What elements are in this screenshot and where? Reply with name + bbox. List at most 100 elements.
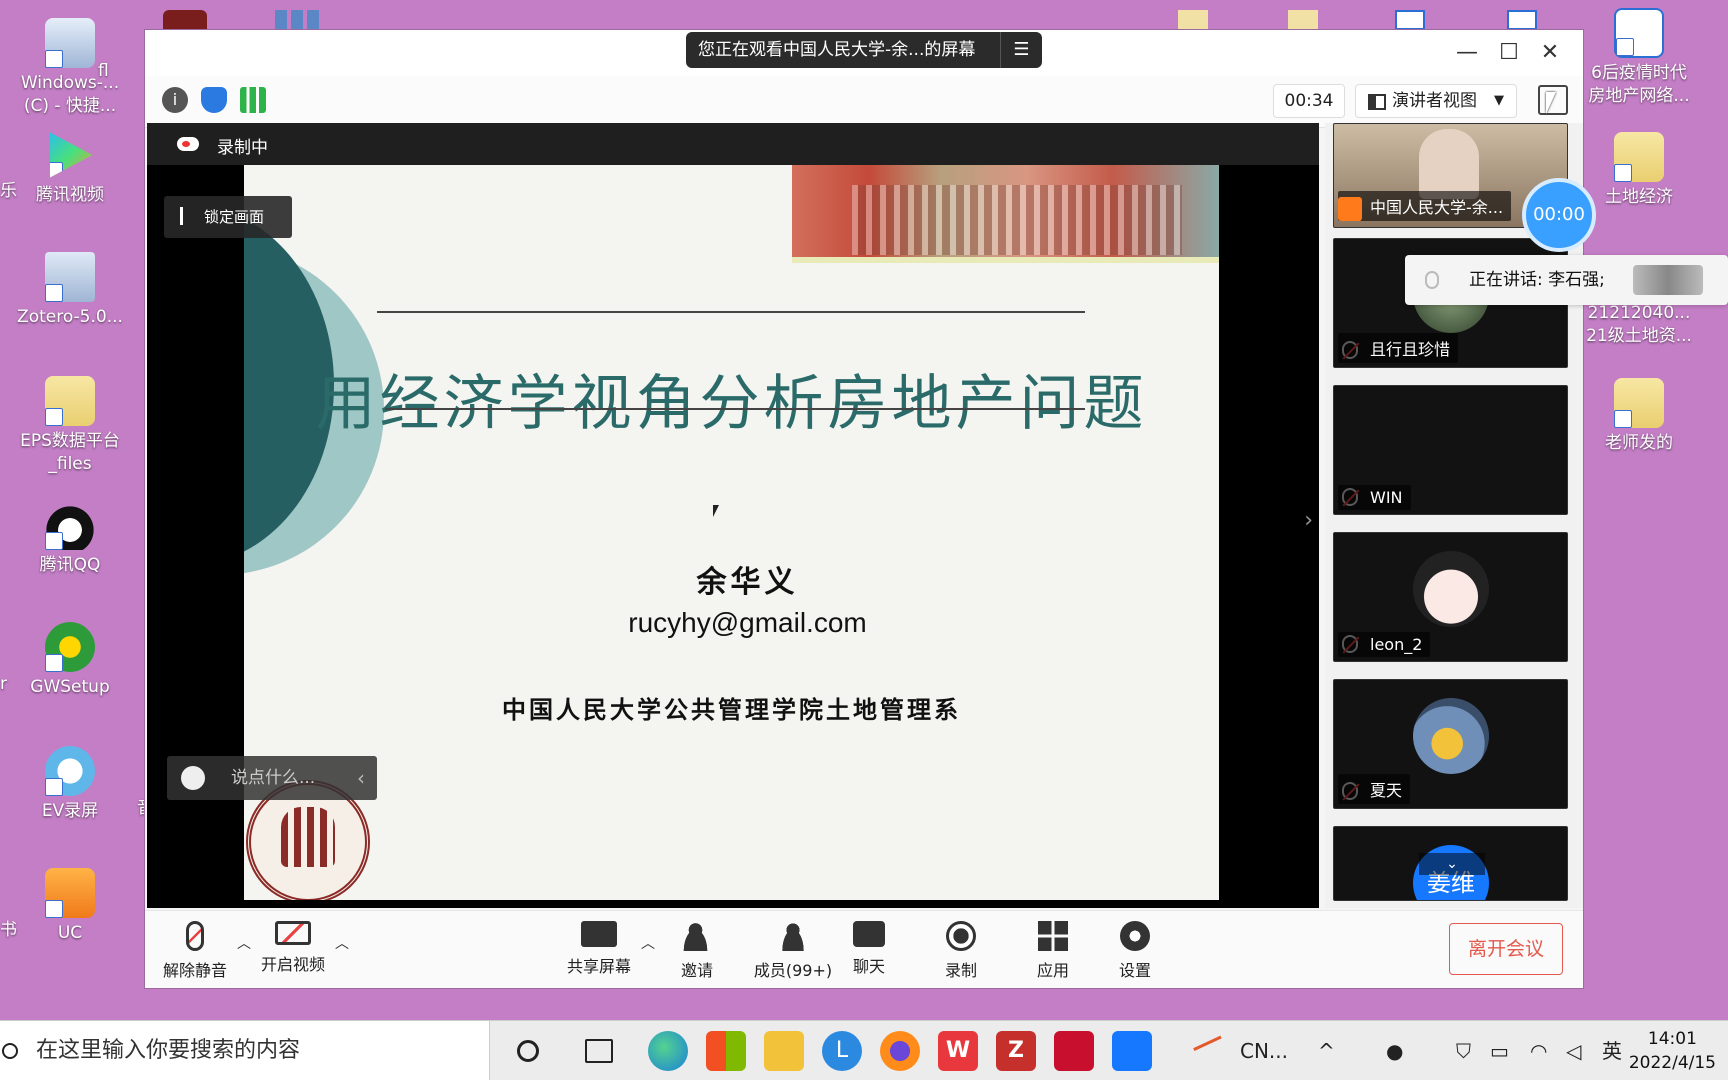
- apps-button[interactable]: 应用: [1013, 921, 1093, 981]
- layout-icon: [1368, 94, 1386, 110]
- emoji-icon[interactable]: [181, 766, 205, 790]
- leave-meeting-button[interactable]: 离开会议: [1449, 923, 1563, 975]
- share-screen-button[interactable]: 共享屏幕: [559, 921, 639, 977]
- clock-time: 14:01: [1647, 1029, 1697, 1049]
- firefox-icon[interactable]: [880, 1031, 920, 1071]
- mcafee-icon[interactable]: [1054, 1031, 1094, 1071]
- chat-button[interactable]: 聊天: [829, 921, 909, 977]
- chevron-up-icon[interactable]: ︿: [237, 933, 251, 953]
- desktop-icon-2121[interactable]: 21212040... 21级土地资...: [1584, 302, 1694, 348]
- close-button[interactable]: ✕: [1535, 38, 1565, 68]
- lock-screen-button[interactable]: 锁定画面: [164, 196, 292, 238]
- participant-name: 中国人民大学-余...: [1338, 191, 1512, 221]
- app-icon-partial: [163, 10, 207, 30]
- meeting-window: 您正在观看中国人民大学-余...的屏幕 ☰ — ☐ ✕ i 00:34 演讲者视…: [145, 30, 1583, 988]
- desktop-icon-label: EV录屏: [41, 801, 99, 821]
- chevron-right-icon[interactable]: ›: [1304, 508, 1313, 533]
- participant-name: 夏天: [1338, 774, 1411, 804]
- desktop-icon-eps[interactable]: EPS数据平台 _files: [15, 376, 125, 476]
- floating-timer-bubble[interactable]: 00:00: [1522, 178, 1596, 252]
- network-signal-icon[interactable]: [240, 87, 266, 113]
- search-placeholder: 在这里输入你要搜索的内容: [36, 1038, 301, 1063]
- members-icon: [778, 921, 808, 951]
- record-button[interactable]: 录制: [921, 921, 1001, 981]
- store-icon[interactable]: [706, 1031, 746, 1071]
- desktop-icon-land-economics[interactable]: 土地经济: [1584, 132, 1694, 209]
- menu-icon[interactable]: ☰: [1000, 32, 1042, 68]
- tencent-meeting-icon[interactable]: [1112, 1031, 1152, 1071]
- desktop-edge-label: fl: [98, 61, 109, 81]
- add-user-icon: [682, 921, 712, 951]
- chevron-up-icon[interactable]: ︿: [641, 933, 655, 953]
- stock-trend-icon: [1193, 1035, 1229, 1067]
- zotero-icon[interactable]: Z: [996, 1031, 1036, 1071]
- folder-icon: [45, 376, 95, 426]
- participant-tile[interactable]: 夏天: [1333, 679, 1568, 809]
- edge-browser-icon[interactable]: [648, 1031, 688, 1071]
- quick-chat-input[interactable]: 说点什么... ‹: [167, 756, 377, 800]
- desktop-icon-tencent-video[interactable]: 腾讯视频: [15, 130, 125, 207]
- desktop-icon-doc-realestate[interactable]: 6后疫情时代 房地产网络...: [1584, 8, 1694, 108]
- presentation-slide: 用经济学视角分析房地产问题 余华义 rucyhy@gmail.com 中国人民大…: [244, 165, 1219, 900]
- info-icon[interactable]: i: [162, 87, 188, 113]
- desktop-icon-gwsetup[interactable]: GWSetup: [15, 622, 125, 699]
- chevron-up-icon[interactable]: ︿: [335, 933, 349, 953]
- members-button[interactable]: 成员(99+): [743, 921, 843, 981]
- desktop-icon-qq[interactable]: 腾讯QQ: [15, 500, 125, 577]
- members-label: 成员(99+): [753, 961, 833, 980]
- desktop-icon-ev[interactable]: EV录屏: [15, 746, 125, 823]
- chevron-up-icon[interactable]: ^: [1318, 1021, 1335, 1080]
- taskbar-clock[interactable]: 14:01 2022/4/15: [1629, 1027, 1716, 1075]
- taskbar-search-input[interactable]: 在这里输入你要搜索的内容: [0, 1021, 490, 1080]
- invite-button[interactable]: 邀请: [657, 921, 737, 981]
- task-view-icon[interactable]: [585, 1039, 613, 1063]
- desktop-edge-label: r: [0, 674, 7, 694]
- folder-icon-partial: [1288, 10, 1318, 30]
- chevron-left-icon[interactable]: ‹: [357, 756, 365, 800]
- unmute-button[interactable]: 解除静音: [155, 921, 235, 981]
- campus-building-image: [792, 165, 1219, 263]
- desktop-icon-zotero[interactable]: Zotero-5.0...: [15, 252, 125, 329]
- mic-tray-icon[interactable]: ●: [1386, 1021, 1403, 1080]
- chat-placeholder: 说点什么...: [231, 768, 316, 788]
- view-mode-dropdown[interactable]: 演讲者视图 ▼: [1355, 84, 1517, 118]
- cloud-record-icon: [177, 137, 199, 151]
- share-banner-text: 您正在观看中国人民大学-余...的屏幕: [698, 40, 976, 60]
- minimize-button[interactable]: —: [1452, 38, 1482, 68]
- uc-browser-icon: [45, 868, 95, 918]
- record-label: 录制: [944, 961, 977, 980]
- word-document-icon-partial: [1395, 10, 1425, 30]
- wifi-icon[interactable]: ◠: [1530, 1021, 1547, 1080]
- maximize-button[interactable]: ☐: [1494, 38, 1524, 68]
- desktop-edge-label: 书: [0, 920, 17, 940]
- security-shield-icon[interactable]: [201, 87, 227, 113]
- volume-icon[interactable]: ◁: [1566, 1021, 1581, 1080]
- video-off-icon: [275, 921, 311, 945]
- participant-tile[interactable]: 姜维 ⌄: [1333, 826, 1568, 901]
- ime-indicator[interactable]: 英: [1602, 1021, 1622, 1080]
- video-button[interactable]: 开启视频: [253, 921, 333, 975]
- chevron-down-icon[interactable]: ⌄: [1419, 853, 1485, 875]
- participant-name: 且行且珍惜: [1338, 333, 1459, 363]
- battery-icon[interactable]: ▭: [1490, 1021, 1509, 1080]
- participant-tile[interactable]: WIN: [1333, 385, 1568, 515]
- stock-widget[interactable]: CN...: [1193, 1021, 1296, 1080]
- desktop-icon-teacher[interactable]: 老师发的: [1584, 378, 1694, 455]
- settings-button[interactable]: 设置: [1095, 921, 1175, 981]
- folder-icon-partial: [1178, 10, 1208, 30]
- shield-icon[interactable]: ⛉: [1456, 1021, 1471, 1080]
- cortana-icon[interactable]: [517, 1040, 539, 1062]
- screen-share-banner[interactable]: 您正在观看中国人民大学-余...的屏幕 ☰: [686, 32, 1042, 68]
- participant-tile[interactable]: leon_2: [1333, 532, 1568, 662]
- meeting-info-toolbar: i 00:34 演讲者视图 ▼: [145, 76, 1583, 128]
- unmute-label: 解除静音: [162, 961, 227, 980]
- wps-icon[interactable]: W: [938, 1031, 978, 1071]
- desktop-icon-label: 土地经济: [1605, 187, 1673, 207]
- desktop-icon-uc[interactable]: UC: [15, 868, 125, 945]
- apps-grid-icon: [1038, 921, 1068, 951]
- zotero-installer-icon: [45, 252, 95, 302]
- file-explorer-icon[interactable]: [764, 1031, 804, 1071]
- participant-name: WIN: [1338, 485, 1411, 510]
- desktop-edge-label: 乐: [0, 181, 17, 201]
- l-app-icon[interactable]: L: [822, 1031, 862, 1071]
